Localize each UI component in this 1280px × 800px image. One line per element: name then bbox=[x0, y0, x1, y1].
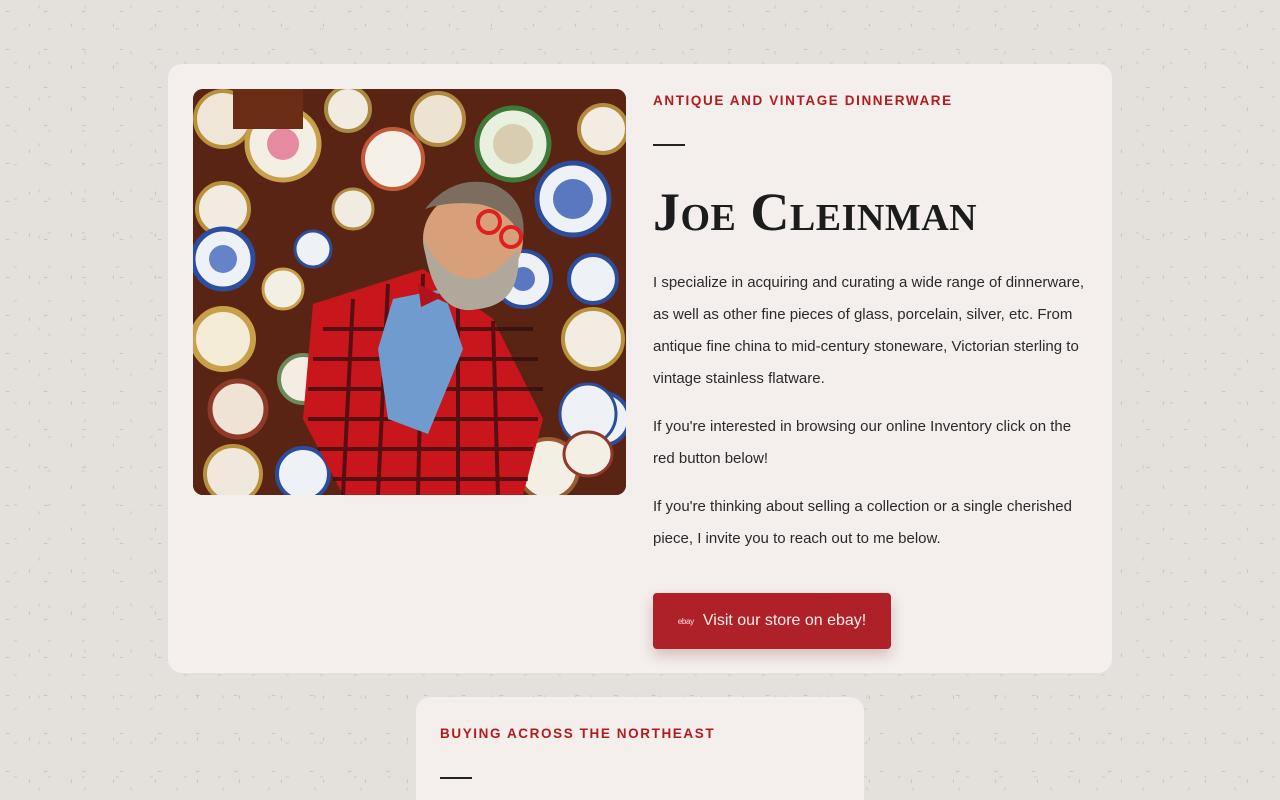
intro-divider bbox=[653, 144, 685, 146]
collector-photo-illustration bbox=[193, 89, 626, 495]
bio-paragraph: If you're thinking about selling a colle… bbox=[653, 498, 1072, 547]
visit-ebay-store-button[interactable]: ebay Visit our store on ebay! bbox=[653, 593, 891, 649]
buying-card: BUYING ACROSS THE NORTHEAST bbox=[416, 697, 864, 800]
collector-photo bbox=[193, 89, 626, 495]
bio-paragraph: I specialize in acquiring and curating a… bbox=[653, 274, 1085, 387]
buying-eyebrow: BUYING ACROSS THE NORTHEAST bbox=[440, 726, 716, 741]
buying-divider bbox=[440, 777, 472, 779]
intro-card: ANTIQUE AND VINTAGE DINNERWARE Joe Clein… bbox=[168, 64, 1112, 673]
ebay-logo-icon: ebay bbox=[677, 616, 694, 626]
bio-text: I specialize in acquiring and curating a… bbox=[653, 267, 1093, 571]
intro-eyebrow: ANTIQUE AND VINTAGE DINNERWARE bbox=[653, 93, 953, 108]
visit-ebay-store-label: Visit our store on ebay! bbox=[702, 612, 867, 629]
bio-paragraph: If you're interested in browsing our onl… bbox=[653, 418, 1072, 467]
page-title: Joe Cleinman bbox=[653, 182, 978, 242]
